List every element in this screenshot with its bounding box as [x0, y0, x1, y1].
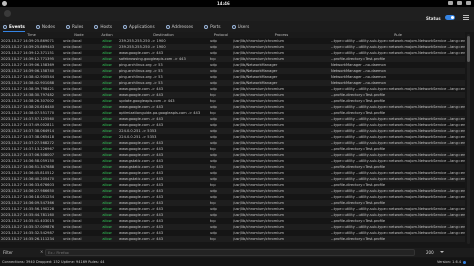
app-menu-icon[interactable]	[4, 10, 11, 17]
events-icon	[3, 24, 7, 29]
cell-action: allow	[102, 237, 112, 241]
tab-label: Applications	[129, 24, 155, 29]
clock[interactable]: 14:46	[217, 0, 230, 7]
power-icon	[466, 1, 471, 5]
tab-nodes[interactable]: Nodes	[35, 21, 56, 32]
tab-label: Events	[9, 24, 25, 29]
hamburger-menu-icon[interactable]	[463, 15, 469, 20]
table-body[interactable]: 2023-10-27 14:39:25.869071 unix:/local all…	[0, 38, 465, 242]
tab-users[interactable]: Users	[231, 21, 250, 32]
tab-bar: Events Nodes Rules Hosts Applications Address…	[0, 21, 474, 32]
cell-process: /usr/lib/chromium/chromium	[233, 237, 285, 241]
tab-label: Addresses	[171, 24, 194, 29]
version-info: Version: 1.6.4	[437, 258, 467, 266]
activities-icon[interactable]	[2, 1, 7, 6]
rules-icon	[66, 24, 71, 29]
applications-icon	[123, 24, 128, 29]
tab-addresses[interactable]: Addresses	[165, 21, 194, 32]
tab-label: Ports	[210, 24, 221, 29]
network-icon	[448, 1, 453, 5]
tab-label: Users	[237, 24, 250, 29]
system-top-bar: 14:46	[0, 0, 474, 7]
users-icon	[231, 24, 236, 29]
stats-text: Connections: 3940 Dropped: 152 Uptime: 9…	[2, 260, 105, 264]
tab-label: Hosts	[100, 24, 113, 29]
hosts-icon	[94, 24, 99, 29]
scrollbar-thumb[interactable]	[467, 36, 470, 62]
table-scrollbar[interactable]	[467, 34, 470, 244]
cell-time: 2023-10-27 14:35:26.111234	[1, 237, 55, 241]
tab-applications[interactable]: Applications	[123, 21, 155, 32]
nodes-icon	[35, 24, 40, 29]
chevron-down-icon[interactable]	[440, 251, 444, 253]
cell-protocol: tcp	[210, 237, 216, 241]
addresses-icon	[165, 24, 170, 29]
system-tray[interactable]	[429, 1, 471, 6]
volume-icon	[457, 1, 462, 5]
ports-icon	[204, 24, 209, 29]
tab-label: Nodes	[41, 24, 56, 29]
tab-rules[interactable]: Rules	[66, 21, 83, 32]
tab-label: Rules	[72, 24, 84, 29]
filter-input[interactable]	[45, 249, 415, 256]
version-label: Version: 1.6.4	[437, 260, 462, 264]
clear-filter-icon[interactable]: ×	[40, 250, 44, 254]
cell-node: unix:/local	[63, 237, 82, 241]
filter-label: Filter	[3, 250, 13, 255]
status-toggle[interactable]	[445, 15, 455, 20]
table-row[interactable]: 2023-10-27 14:35:26.111234 unix:/local all…	[0, 236, 465, 242]
events-table: Time Node Action Destination Protocol Process…	[0, 32, 465, 246]
status-bar: Connections: 3940 Dropped: 152 Uptime: 9…	[0, 258, 474, 266]
cell-destination: www.google.com -> 443	[119, 237, 164, 241]
tab-hosts[interactable]: Hosts	[94, 21, 112, 32]
version-status-icon	[463, 260, 467, 264]
cell-rule: --profile-directory=Test-profile	[331, 237, 386, 241]
row-limit-select[interactable]: 200	[426, 250, 434, 255]
filter-bar: Filter × 200	[0, 248, 474, 257]
app-header: Status	[0, 7, 474, 21]
tab-ports[interactable]: Ports	[204, 21, 221, 32]
tab-events[interactable]: Events	[3, 21, 25, 32]
